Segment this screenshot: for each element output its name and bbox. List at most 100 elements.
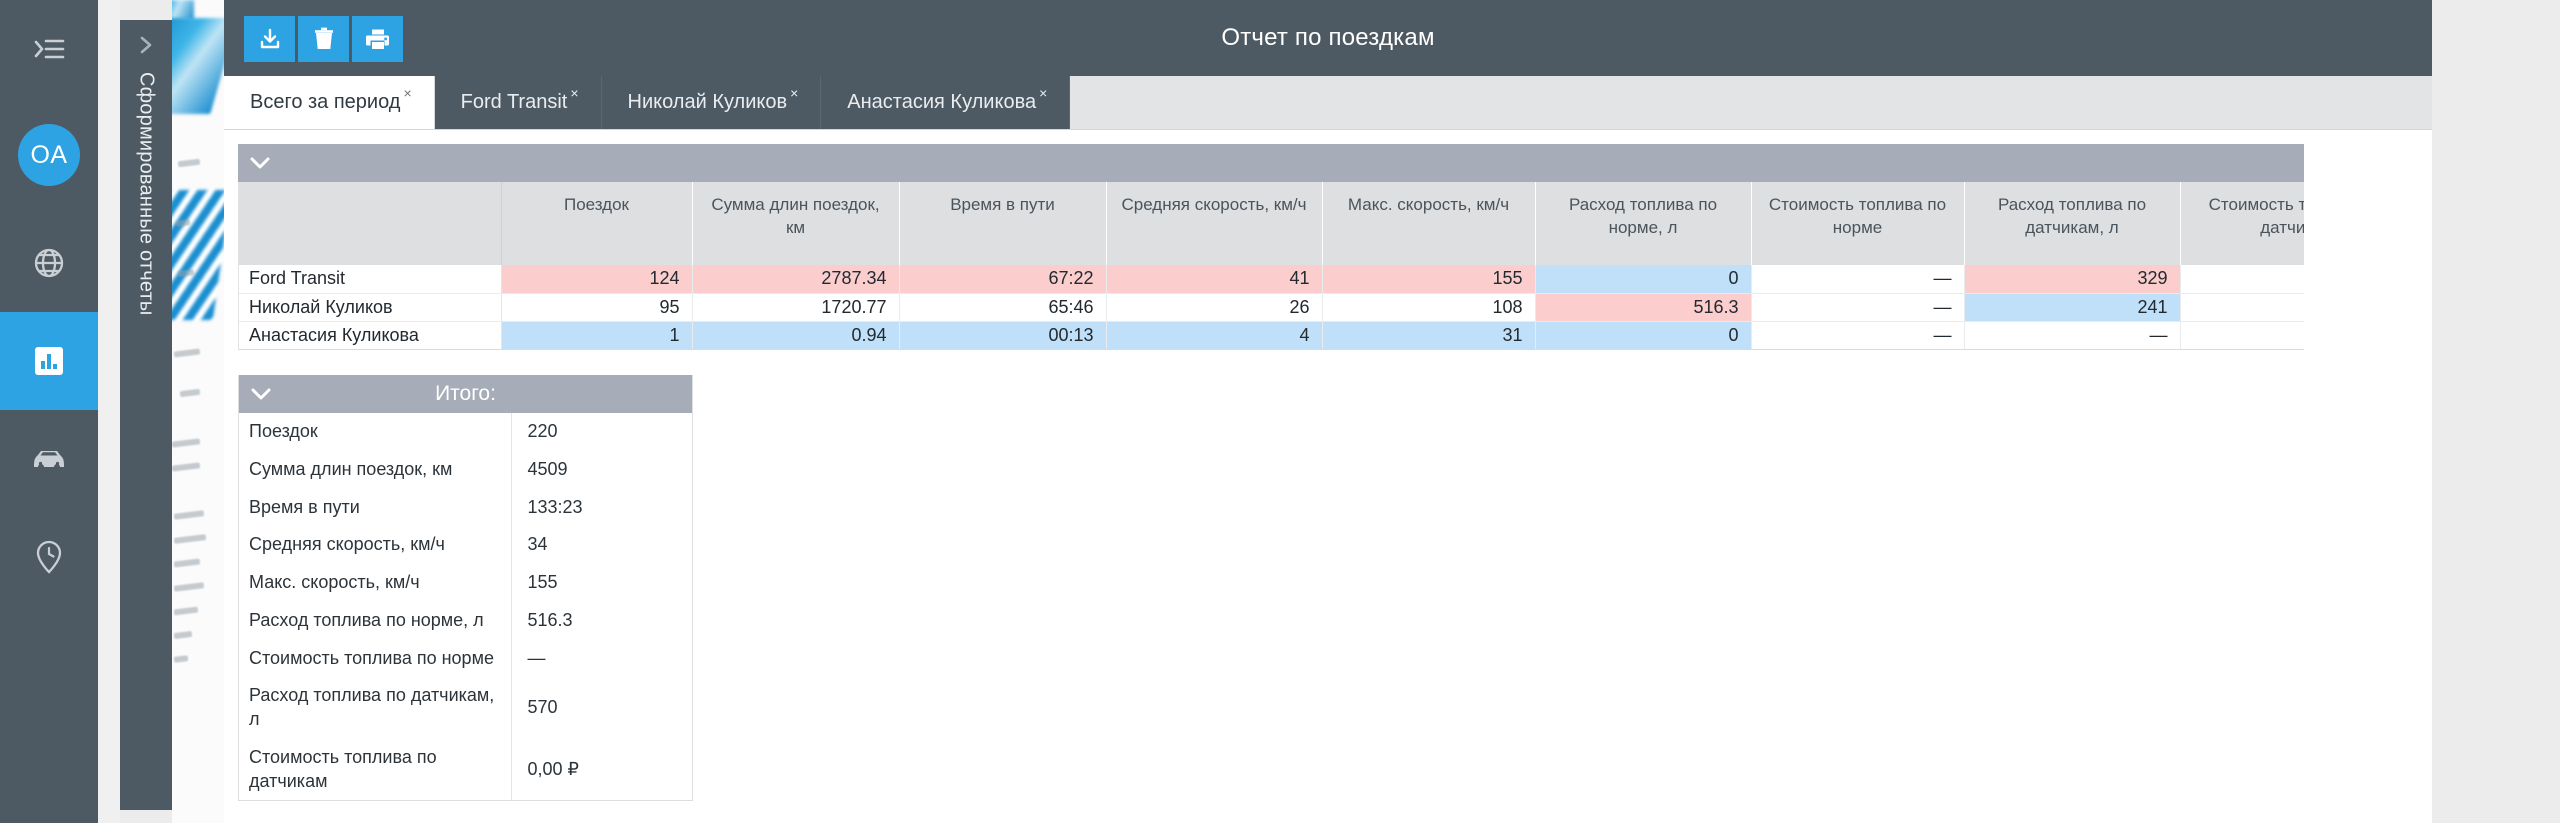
col-header-fuel-sensor-l[interactable]: Расход топлива по датчикам, л: [1964, 182, 2181, 265]
trips-table: Поездок Сумма длин поездок, км Время в п…: [239, 182, 2304, 350]
table-row[interactable]: Николай Куликов 95 1720.77 65:46 26 108 …: [239, 293, 2304, 322]
page-title: Отчет по поездкам: [1221, 24, 1435, 51]
totals-value: 570: [527, 697, 558, 718]
rail-gutter: [98, 0, 120, 823]
drawer-label: Сформированные отчеты: [135, 72, 158, 316]
col-header-fuel-sensor-cost[interactable]: Стоимость топлива по датчикам: [2180, 182, 2304, 265]
download-button[interactable]: [244, 16, 295, 62]
report-card: Отчет по поездкам Всего за период × Ford…: [224, 0, 2560, 823]
totals-value: 155: [527, 572, 558, 592]
report-tabs: Всего за период × Ford Transit × Николай…: [224, 76, 2432, 130]
cell-fuel-sensor-l: 241: [1964, 293, 2181, 322]
menu-toggle-button[interactable]: [0, 0, 98, 98]
totals-section-bar: Итого:: [239, 375, 692, 413]
list-item: Средняя скорость, км/ч 34: [239, 526, 692, 564]
avatar: OA: [18, 124, 80, 186]
cell-trips: 1: [501, 321, 693, 350]
totals-key: Макс. скорость, км/ч: [239, 564, 512, 602]
col-header-distance[interactable]: Сумма длин поездок, км: [692, 182, 900, 265]
chevron-down-icon[interactable]: [239, 387, 283, 401]
cell-distance: 2787.34: [692, 265, 900, 294]
totals-value: 0,00 ₽: [527, 758, 580, 779]
delete-button[interactable]: [298, 16, 349, 62]
totals-value: 220: [527, 421, 558, 441]
col-header-max-speed[interactable]: Макс. скорость, км/ч: [1322, 182, 1536, 265]
decor-paper-lines: [172, 120, 224, 820]
tab-nikolay-kulikov[interactable]: Николай Куликов ×: [601, 76, 822, 129]
cell-avg-speed: 41: [1106, 265, 1323, 294]
cell-max-speed: 108: [1322, 293, 1536, 322]
tab-total-period[interactable]: Всего за период ×: [224, 76, 435, 129]
tab-label: Ford Transit: [460, 91, 568, 113]
generated-reports-drawer[interactable]: Сформированные отчеты: [120, 20, 172, 810]
cell-distance: 0.94: [692, 321, 900, 350]
cell-time: 00:13: [899, 321, 1107, 350]
cell-fuel-sensor-cost: —: [2180, 321, 2304, 350]
table-row[interactable]: Ford Transit 124 2787.34 67:22 41 155 0 …: [239, 265, 2304, 294]
list-item: Время в пути 133:23: [239, 488, 692, 527]
table-row[interactable]: Анастасия Куликова 1 0.94 00:13 4 31 0 —…: [239, 321, 2304, 350]
cell-fuel-sensor-cost: —: [2180, 265, 2304, 294]
cell-fuel-sensor-cost: —: [2180, 293, 2304, 322]
cell-distance: 1720.77: [692, 293, 900, 322]
tab-anastasia-kulikova[interactable]: Анастасия Куликова ×: [821, 76, 1071, 129]
printer-icon: [365, 27, 390, 51]
col-header-avg-speed[interactable]: Средняя скорость, км/ч: [1106, 182, 1323, 265]
col-header-time[interactable]: Время в пути: [899, 182, 1107, 265]
col-header-fuel-norm-cost[interactable]: Стоимость топлива по норме: [1751, 182, 1965, 265]
chevron-down-icon[interactable]: [238, 156, 282, 170]
totals-title: Итого:: [435, 382, 496, 405]
sidebar-item-vehicles[interactable]: [0, 410, 98, 508]
col-header-trips[interactable]: Поездок: [501, 182, 693, 265]
cell-name: Николай Куликов: [239, 293, 502, 322]
col-header-name[interactable]: [239, 182, 502, 265]
right-page-margin: [2432, 0, 2560, 823]
close-icon[interactable]: ×: [790, 86, 798, 100]
cell-fuel-norm-l: 0: [1535, 321, 1752, 350]
totals-key: Сумма длин поездок, км: [239, 450, 512, 489]
list-item: Поездок 220: [239, 413, 692, 451]
cell-avg-speed: 26: [1106, 293, 1323, 322]
trips-grid-section: Поездок Сумма длин поездок, км Время в п…: [238, 144, 2304, 350]
totals-value: 34: [527, 534, 548, 555]
app-root: OA Сформированные отчеты Отчет по поездк…: [0, 0, 2560, 823]
chevron-right-icon[interactable]: [135, 34, 157, 56]
download-icon: [258, 27, 282, 51]
bar-chart-icon: [30, 342, 68, 380]
totals-key: Средняя скорость, км/ч: [239, 526, 512, 564]
tab-ford-transit[interactable]: Ford Transit ×: [434, 76, 602, 129]
cell-avg-speed: 4: [1106, 321, 1323, 350]
close-icon[interactable]: ×: [403, 86, 411, 100]
tab-label: Николай Куликов: [627, 91, 788, 113]
report-toolbar: [244, 16, 403, 62]
list-item: Расход топлива по норме, л 516.3: [239, 601, 692, 640]
totals-key: Расход топлива по датчикам, л: [239, 677, 512, 739]
close-icon[interactable]: ×: [570, 86, 578, 100]
list-item: Стоимость топлива по норме —: [239, 639, 692, 678]
totals-panel: Итого: Поездок 220 Сумма длин поездок, к…: [238, 375, 693, 802]
close-icon[interactable]: ×: [1039, 86, 1047, 100]
totals-key: Поездок: [239, 413, 512, 451]
cell-max-speed: 155: [1322, 265, 1536, 294]
print-button[interactable]: [352, 16, 403, 62]
cell-fuel-sensor-l: 329: [1964, 265, 2181, 294]
totals-value: 4509: [527, 458, 568, 479]
tab-label: Всего за период: [250, 91, 401, 113]
col-header-fuel-norm-l[interactable]: Расход топлива по норме, л: [1535, 182, 1752, 265]
report-header-bar: Отчет по поездкам: [224, 0, 2432, 76]
totals-key: Время в пути: [239, 488, 512, 527]
cell-name: Анастасия Куликова: [239, 321, 502, 350]
list-item: Сумма длин поездок, км 4509: [239, 450, 692, 489]
cell-trips: 124: [501, 265, 693, 294]
sidebar-item-reports[interactable]: [0, 312, 98, 410]
sidebar-item-globe[interactable]: [0, 214, 98, 312]
totals-key: Расход топлива по норме, л: [239, 601, 512, 640]
cell-fuel-norm-cost: —: [1751, 321, 1965, 350]
trips-table-head: Поездок Сумма длин поездок, км Время в п…: [239, 182, 2304, 265]
trash-icon: [313, 27, 335, 51]
decorative-background: [172, 0, 224, 823]
grid-border: Поездок Сумма длин поездок, км Время в п…: [238, 182, 2304, 350]
cell-max-speed: 31: [1322, 321, 1536, 350]
sidebar-item-history[interactable]: [0, 508, 98, 606]
user-avatar-button[interactable]: OA: [0, 106, 98, 204]
